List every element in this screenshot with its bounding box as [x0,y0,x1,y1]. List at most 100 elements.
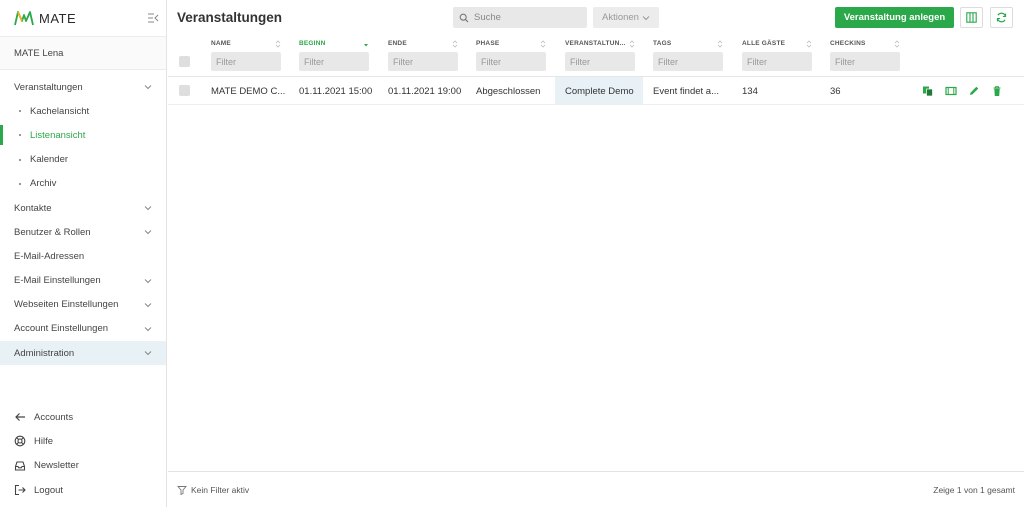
chevron-down-icon [642,15,650,20]
search-box[interactable] [453,7,587,28]
delete-event-button[interactable] [991,85,1003,97]
column-header-begin[interactable]: BEGINN [299,40,325,47]
filter-input-phase[interactable] [476,52,546,71]
sidebar-item-hilfe[interactable]: Hilfe [0,429,166,453]
sidebar-item-label: Kachelansicht [30,105,90,117]
filter-input-name[interactable] [211,52,281,71]
sidebar-item-kalender[interactable]: Kalender [0,148,166,172]
sort-icon[interactable] [275,40,281,48]
filter-input-checkins[interactable] [830,52,900,71]
sidebar-item-label: E-Mail Einstellungen [14,275,101,287]
bullet-icon [19,110,21,113]
copy-event-button[interactable] [922,85,934,97]
filter-input-guests[interactable] [742,52,812,71]
sidebar-item-label: Veranstaltungen [14,81,83,93]
sidebar-item-listenansicht[interactable]: Listenansicht [0,123,166,147]
bullet-icon [19,182,21,185]
events-table: NAME BEGINN ENDE PHASE VERANSTALTUN... T… [168,36,1024,105]
refresh-button[interactable] [990,7,1013,28]
filter-input-begin[interactable] [299,52,369,71]
sidebar-item-label: Kalender [30,154,69,166]
preview-icon [945,86,957,96]
sidebar-item-veranstaltungen[interactable]: Veranstaltungen [0,75,166,99]
sort-icon[interactable] [894,40,900,48]
search-input[interactable] [474,12,574,23]
sidebar-item-kontakte[interactable]: Kontakte [0,196,166,220]
arrow-left-icon [15,413,25,422]
sidebar-item-benutzer-rollen[interactable]: Benutzer & Rollen [0,220,166,244]
cell-phase: Abgeschlossen [476,86,541,97]
sidebar-item-email-adressen[interactable]: E-Mail-Adressen [0,244,166,268]
sidebar-item-archiv[interactable]: Archiv [0,172,166,196]
cell-begin: 01.11.2021 15:00 [299,86,373,97]
select-all-checkbox[interactable] [179,56,190,67]
sidebar-item-email-einstellungen[interactable]: E-Mail Einstellungen [0,269,166,293]
column-header-end[interactable]: ENDE [388,40,407,47]
column-header-guests[interactable]: ALLE GÄSTE [742,40,785,47]
sort-icon[interactable] [452,40,458,48]
filter-input-end[interactable] [388,52,458,71]
logo[interactable]: MATE [0,0,166,36]
sort-icon[interactable] [717,40,723,48]
column-header-name[interactable]: NAME [211,40,231,47]
pagination-info: Zeige 1 von 1 gesamt [933,485,1015,495]
edit-event-button[interactable] [968,85,980,97]
filter-input-event-type[interactable] [565,52,635,71]
sidebar: MATE MATE Lena Veranstaltungen Kachelans… [0,0,167,507]
sort-icon[interactable] [629,40,635,48]
sort-descending-icon[interactable] [363,40,369,48]
sidebar-item-account-einstellungen[interactable]: Account Einstellungen [0,317,166,341]
chevron-down-icon [144,351,152,356]
toolbar: Veranstaltungen Aktionen Veranstaltung a… [168,0,1024,36]
sidebar-item-administration[interactable]: Administration [0,341,166,366]
filter-input-tags[interactable] [653,52,723,71]
current-user[interactable]: MATE Lena [0,36,166,70]
chevron-down-icon [144,278,152,283]
collapse-sidebar-icon[interactable] [147,12,159,24]
create-event-button[interactable]: Veranstaltung anlegen [835,7,954,28]
cell-checkins: 36 [830,86,841,97]
sidebar-item-kachelansicht[interactable]: Kachelansicht [0,99,166,123]
chevron-down-icon [144,327,152,332]
columns-icon [966,12,977,23]
table-footer: Kein Filter aktiv Zeige 1 von 1 gesamt [168,471,1024,507]
main-content: Veranstaltungen Aktionen Veranstaltung a… [168,0,1024,507]
actions-dropdown[interactable]: Aktionen [593,7,659,28]
sidebar-item-label: Administration [14,347,75,359]
app-name: MATE [39,10,77,26]
sidebar-item-label: Hilfe [34,435,54,447]
sidebar-bottom-nav: Accounts Hilfe Newsletter Logout [0,405,166,502]
sidebar-item-label: Logout [34,484,64,496]
table-row[interactable]: MATE DEMO C... 01.11.2021 15:00 01.11.20… [168,77,1024,105]
column-header-checkins[interactable]: CHECKINS [830,40,866,47]
sidebar-item-label: Benutzer & Rollen [14,226,91,238]
column-header-tags[interactable]: TAGS [653,40,671,47]
page-title: Veranstaltungen [177,10,283,25]
actions-label: Aktionen [602,12,639,23]
sidebar-item-label: Newsletter [34,460,79,472]
trash-icon [993,86,1001,96]
sort-icon[interactable] [540,40,546,48]
sidebar-item-label: E-Mail-Adressen [14,250,85,262]
column-header-phase[interactable]: PHASE [476,40,499,47]
filter-icon [177,486,187,495]
chevron-down-icon [144,85,152,90]
sort-icon[interactable] [806,40,812,48]
filter-status-text: Kein Filter aktiv [191,485,250,495]
columns-button[interactable] [960,7,983,28]
inbox-icon [14,461,26,471]
cell-name[interactable]: MATE DEMO C... [211,86,285,97]
lifebuoy-icon [14,436,26,447]
cell-guests: 134 [742,86,758,97]
filter-status: Kein Filter aktiv [177,485,249,495]
chevron-down-icon [144,206,152,211]
sidebar-item-logout[interactable]: Logout [0,478,166,502]
column-header-event-type[interactable]: VERANSTALTUN... [565,40,626,47]
cell-event-type: Complete Demo [555,77,643,104]
sidebar-item-accounts[interactable]: Accounts [0,405,166,429]
sidebar-item-webseiten-einstellungen[interactable]: Webseiten Einstellungen [0,293,166,317]
chevron-down-icon [144,302,152,307]
preview-event-button[interactable] [945,85,957,97]
sidebar-item-newsletter[interactable]: Newsletter [0,454,166,478]
row-checkbox[interactable] [179,85,190,96]
